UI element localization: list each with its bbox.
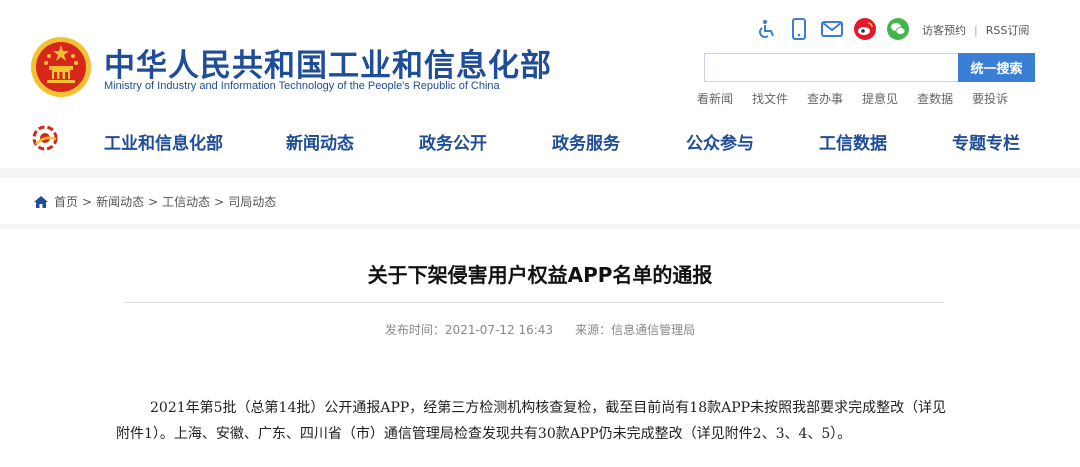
utility-links: 访客预约 | RSS订阅 [922, 22, 1029, 38]
nav-item-gov-affairs[interactable]: 政务公开 [419, 129, 487, 154]
search-button[interactable]: 统一搜索 [958, 53, 1035, 82]
breadcrumb-news[interactable]: 新闻动态 [96, 193, 144, 210]
miit-logo-icon[interactable] [32, 125, 58, 151]
quick-link-files[interactable]: 找文件 [752, 90, 788, 107]
nav-item-news[interactable]: 新闻动态 [286, 129, 354, 154]
paragraph-text: 2021年第5批（总第14批）公开通报APP，经第三方检测机构核查复检，截至目前… [116, 400, 947, 442]
quick-link-complaint[interactable]: 要投诉 [972, 90, 1008, 107]
title-divider [124, 302, 944, 303]
article-meta: 发布时间：2021-07-12 16:43 来源：信息通信管理局 [0, 321, 1080, 338]
nav-item-services[interactable]: 政务服务 [552, 129, 620, 154]
breadcrumb-bureau-news[interactable]: 司局动态 [228, 193, 276, 210]
breadcrumb-separator: > [214, 194, 225, 209]
article-source: 来源：信息通信管理局 [575, 323, 696, 337]
quick-links: 看新闻 找文件 查办事 提意见 查数据 要投诉 [697, 90, 1027, 107]
nav-item-data[interactable]: 工信数据 [819, 129, 887, 154]
quick-link-data[interactable]: 查数据 [917, 90, 953, 107]
nav-item-ministry[interactable]: 工业和信息化部 [104, 129, 223, 154]
breadcrumb: 首页 > 新闻动态 > 工信动态 > 司局动态 [34, 193, 276, 210]
quick-link-feedback[interactable]: 提意见 [862, 90, 898, 107]
site-header: 中华人民共和国工业和信息化部 Ministry of Industry and … [0, 0, 1080, 112]
weibo-icon[interactable] [853, 17, 877, 41]
mobile-icon[interactable] [787, 17, 811, 41]
wechat-icon[interactable] [886, 17, 910, 41]
visit-appointment-link[interactable]: 访客预约 [922, 24, 966, 37]
breadcrumb-home[interactable]: 首页 [54, 193, 78, 210]
article-title: 关于下架侵害用户权益APP名单的通报 [367, 263, 713, 287]
utility-icon-bar [754, 16, 919, 42]
site-title[interactable]: 中华人民共和国工业和信息化部 [104, 40, 552, 85]
site-subtitle: Ministry of Industry and Information Tec… [104, 80, 500, 92]
home-icon[interactable] [34, 195, 48, 208]
rss-link[interactable]: RSS订阅 [986, 24, 1030, 37]
article: 关于下架侵害用户权益APP名单的通报 发布时间：2021-07-12 16:43… [0, 229, 1080, 467]
article-paragraph: 2021年第5批（总第14批）公开通报APP，经第三方检测机构核查复检，截至目前… [116, 395, 956, 447]
nav-item-topics[interactable]: 专题专栏 [952, 129, 1020, 154]
search-input[interactable] [704, 53, 958, 82]
accessibility-icon[interactable] [754, 17, 778, 41]
breadcrumb-separator: > [82, 194, 93, 209]
mail-icon[interactable] [820, 17, 844, 41]
quick-link-services[interactable]: 查办事 [807, 90, 843, 107]
breadcrumb-industry-news[interactable]: 工信动态 [162, 193, 210, 210]
publish-time: 发布时间：2021-07-12 16:43 [384, 323, 554, 337]
breadcrumb-bar: 首页 > 新闻动态 > 工信动态 > 司局动态 [0, 178, 1080, 224]
main-nav: 工业和信息化部 新闻动态 政务公开 政务服务 公众参与 工信数据 专题专栏 [0, 112, 1080, 168]
nav-item-participation[interactable]: 公众参与 [686, 129, 754, 154]
national-emblem-icon[interactable] [30, 36, 92, 98]
breadcrumb-separator: > [148, 194, 159, 209]
quick-link-news[interactable]: 看新闻 [697, 90, 733, 107]
link-separator: | [974, 24, 978, 37]
